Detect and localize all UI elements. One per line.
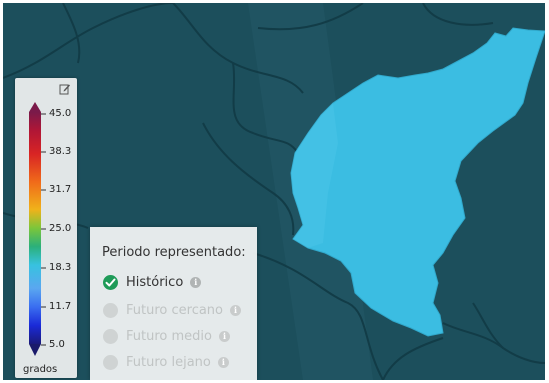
period-option-label: Histórico (126, 274, 184, 290)
colorbar-ticks (41, 113, 46, 346)
period-option-label: Futuro medio (126, 328, 212, 344)
colorbar-gradient (29, 112, 41, 344)
legend-tick-label: 25.0 (49, 223, 72, 234)
map-viewport[interactable]: 45.0 38.3 31.7 25.0 18.3 11.7 5.0 grados… (3, 3, 545, 380)
legend-tick-label: 31.7 (49, 184, 72, 195)
period-panel: Periodo representado: Histórico i Futuro… (90, 227, 257, 380)
info-icon[interactable]: i (217, 356, 229, 368)
period-option-historico[interactable]: Histórico i (103, 273, 202, 291)
legend-unit-label: grados (23, 364, 58, 375)
info-icon[interactable]: i (230, 304, 241, 316)
period-option-label: Futuro lejano (126, 354, 211, 370)
check-icon (105, 278, 116, 286)
radio-unchecked[interactable] (103, 302, 118, 318)
colorbar-top-arrow (29, 102, 41, 112)
map-canvas[interactable] (3, 3, 545, 380)
legend-tick-label: 18.3 (49, 262, 72, 273)
edit-icon[interactable] (59, 83, 71, 95)
legend-tick-label: 38.3 (49, 146, 72, 157)
period-option-futuro-lejano[interactable]: Futuro lejano i (103, 353, 229, 371)
radio-unchecked[interactable] (103, 328, 118, 344)
radio-checked[interactable] (103, 274, 118, 290)
period-option-futuro-cercano[interactable]: Futuro cercano i (103, 301, 241, 319)
color-legend: 45.0 38.3 31.7 25.0 18.3 11.7 5.0 grados (15, 78, 77, 378)
period-option-futuro-medio[interactable]: Futuro medio i (103, 327, 230, 345)
legend-tick-label: 11.7 (49, 301, 72, 312)
info-icon[interactable]: i (190, 276, 202, 288)
colorbar-bottom-arrow (29, 344, 41, 356)
radio-unchecked[interactable] (103, 354, 118, 370)
info-icon[interactable]: i (218, 330, 230, 342)
legend-tick-label: 45.0 (49, 108, 72, 119)
period-option-label: Futuro cercano (126, 302, 223, 318)
period-title: Periodo representado: (102, 245, 246, 260)
legend-tick-label: 5.0 (49, 339, 65, 350)
